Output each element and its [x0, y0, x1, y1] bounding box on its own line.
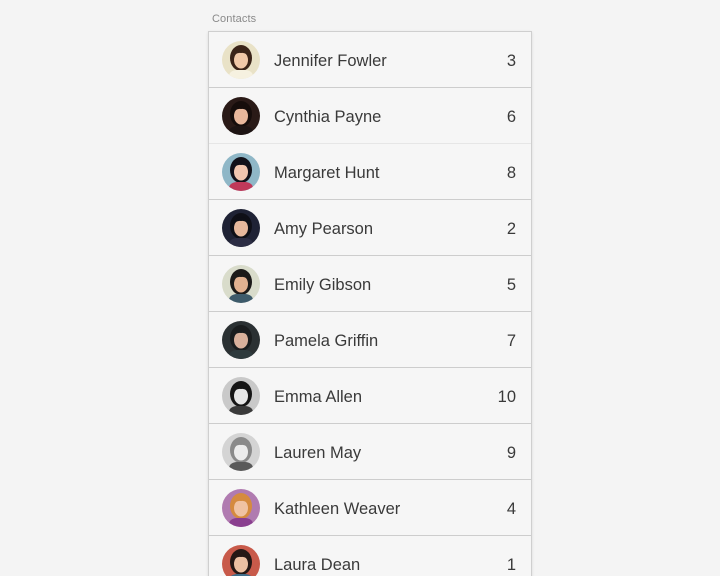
contact-avatar [222, 433, 260, 471]
contact-count: 3 [506, 52, 516, 70]
contact-avatar [222, 153, 260, 191]
contact-name: Lauren May [274, 444, 362, 462]
contact-list: Jennifer Fowler 3 Cynthia Payne 6 Margaret H… [208, 31, 532, 576]
contact-count: 10 [497, 388, 516, 406]
contact-name: Pamela Griffin [274, 332, 379, 350]
contacts-page: Contacts Jennifer Fowler 3 Cynthia Payne 6 M… [0, 0, 720, 576]
contact-count: 4 [506, 500, 516, 518]
contact-row[interactable]: Amy Pearson 2 [209, 200, 531, 256]
contact-name: Laura Dean [274, 556, 361, 574]
contact-row[interactable]: Jennifer Fowler 3 [209, 32, 531, 88]
contact-count: 9 [506, 444, 516, 462]
contact-name: Emily Gibson [274, 276, 372, 294]
contact-name: Jennifer Fowler [274, 52, 387, 70]
contact-count: 8 [506, 164, 516, 182]
contact-row[interactable]: Emily Gibson 5 [209, 256, 531, 312]
contact-name: Cynthia Payne [274, 108, 382, 126]
contact-avatar [222, 377, 260, 415]
contact-row[interactable]: Margaret Hunt 8 [209, 144, 531, 200]
contact-avatar [222, 209, 260, 247]
contact-row[interactable]: Lauren May 9 [209, 424, 531, 480]
contact-count: 2 [506, 220, 516, 238]
contact-count: 5 [506, 276, 516, 294]
contact-row[interactable]: Kathleen Weaver 4 [209, 480, 531, 536]
contact-name: Emma Allen [274, 388, 363, 406]
contact-avatar [222, 41, 260, 79]
contact-avatar [222, 321, 260, 359]
contact-avatar [222, 265, 260, 303]
contact-name: Margaret Hunt [274, 164, 380, 182]
contact-avatar [222, 545, 260, 576]
contact-row[interactable]: Emma Allen 10 [209, 368, 531, 424]
contact-avatar [222, 489, 260, 527]
contact-avatar [222, 97, 260, 135]
contact-row[interactable]: Pamela Griffin 7 [209, 312, 531, 368]
contact-name: Kathleen Weaver [274, 500, 401, 518]
contact-row[interactable]: Cynthia Payne 6 [209, 88, 531, 144]
contact-count: 6 [506, 108, 516, 126]
section-title: Contacts [212, 13, 257, 25]
contact-count: 7 [506, 332, 516, 350]
contact-count: 1 [506, 556, 516, 574]
contact-row[interactable]: Laura Dean 1 [209, 536, 531, 576]
contact-name: Amy Pearson [274, 220, 374, 238]
